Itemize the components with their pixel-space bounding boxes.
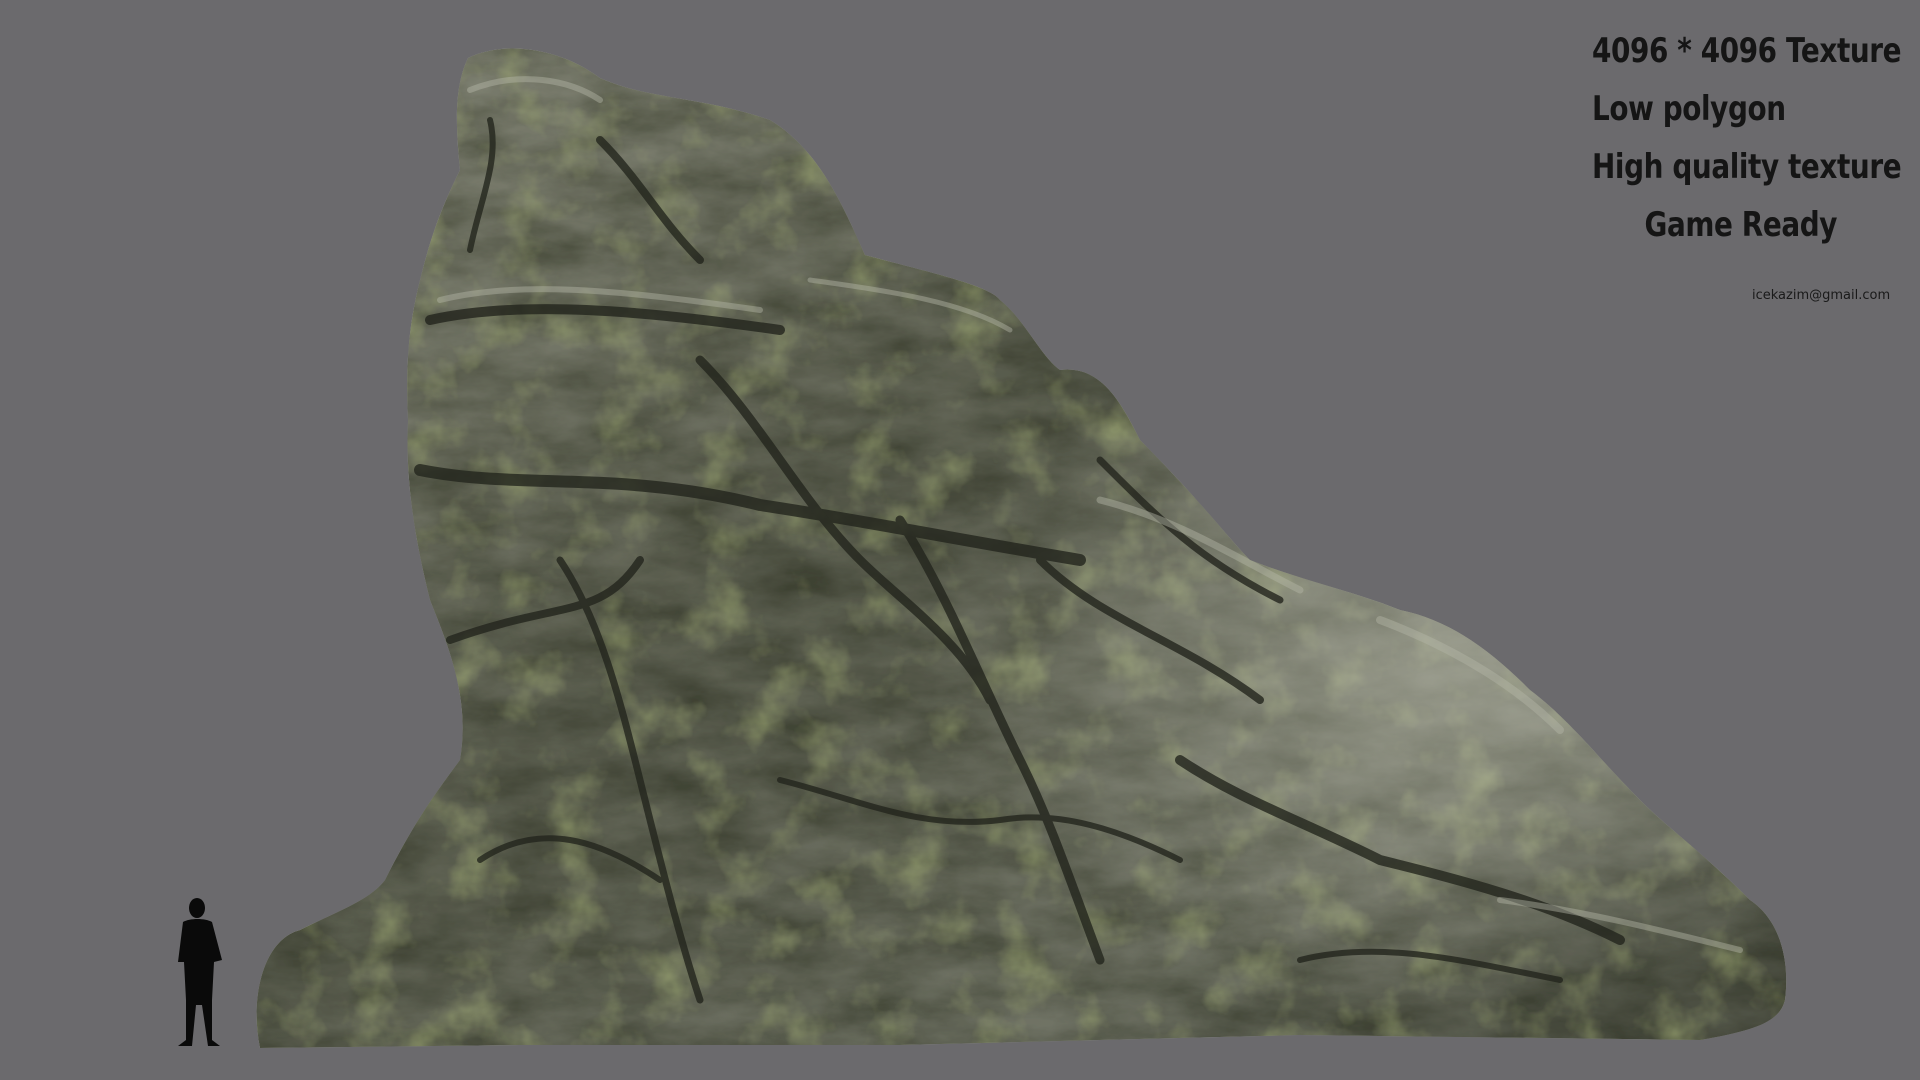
contact-email: icekazim@gmail.com bbox=[1752, 288, 1891, 303]
feature-list: 4096 * 4096 Texture Low polygon High qua… bbox=[1592, 22, 1902, 254]
render-viewport: 4096 * 4096 Texture Low polygon High qua… bbox=[0, 0, 1920, 1080]
game-ready-label: Game Ready bbox=[1644, 205, 1838, 245]
low-polygon-label: Low polygon bbox=[1592, 89, 1786, 129]
texture-quality-label: High quality texture bbox=[1592, 147, 1902, 187]
human-silhouette-icon bbox=[178, 898, 222, 1046]
texture-resolution-label: 4096 * 4096 Texture bbox=[1592, 31, 1902, 71]
